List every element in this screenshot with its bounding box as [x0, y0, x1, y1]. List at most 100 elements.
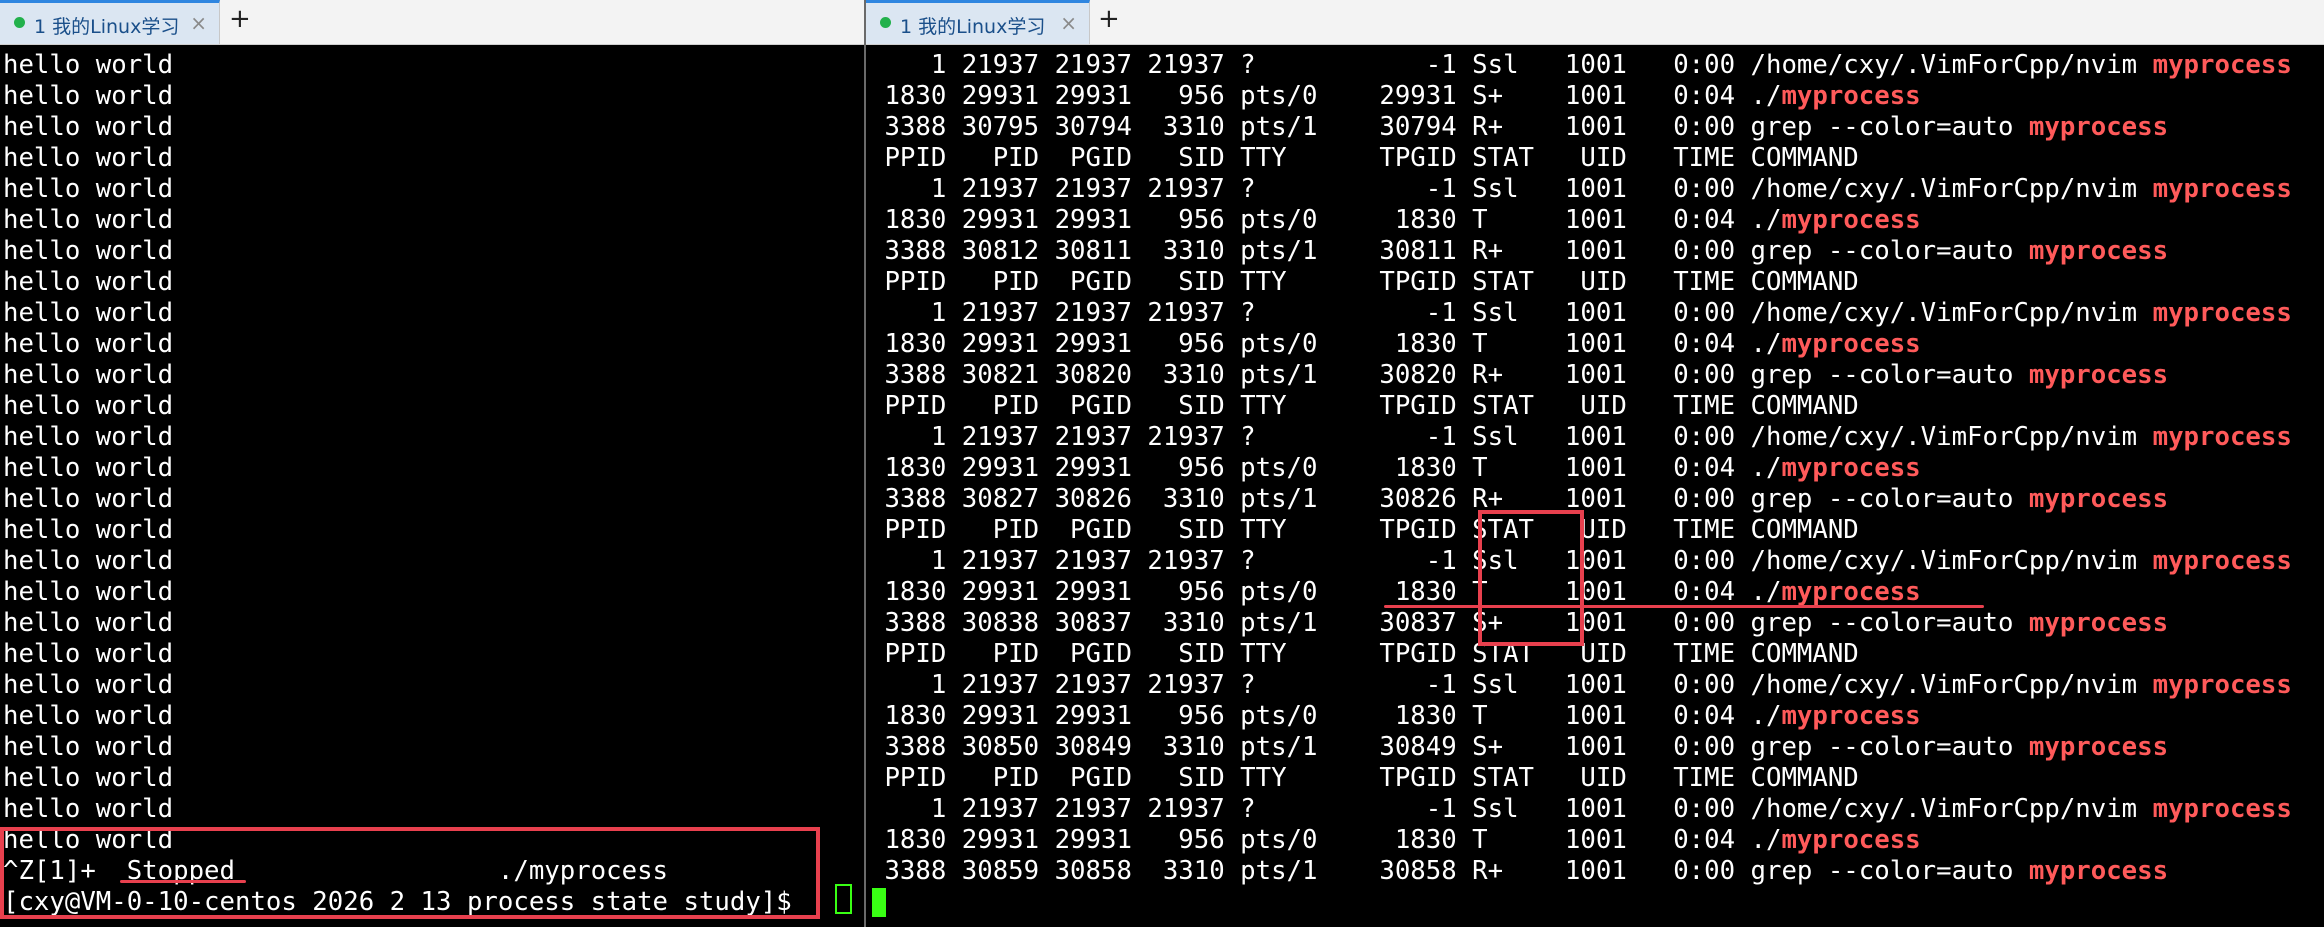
close-icon[interactable]: ×	[1060, 11, 1077, 35]
highlighted-process-name: myprocess	[1781, 825, 1921, 855]
add-tab-button[interactable]: +	[229, 4, 251, 34]
annotation-box-stat-column	[1478, 510, 1584, 646]
highlighted-process-name: myprocess	[2028, 112, 2169, 142]
line-text: 1830 29931 29931 956 pts/0 1830 T 1001 0…	[869, 577, 1782, 607]
terminal-line: hello world	[3, 763, 174, 793]
terminal-line: 3388 30850 30849 3310 pts/1 30849 S+ 100…	[869, 732, 2324, 763]
terminal-line: 1830 29931 29931 956 pts/0 1830 T 1001 0…	[869, 577, 2324, 608]
highlighted-process-name: myprocess	[2028, 608, 2169, 638]
terminal-line: hello world	[3, 453, 174, 483]
left-terminal-pane[interactable]: hello world hello world hello world hello w…	[0, 45, 864, 927]
highlighted-process-name: myprocess	[2028, 732, 2169, 762]
line-text: 3388 30827 30826 3310 pts/1 30826 R+ 100…	[869, 484, 2029, 514]
highlighted-process-name: myprocess	[2028, 236, 2169, 266]
terminal-line: PPID PID PGID SID TTY TPGID STAT UID TIM…	[869, 639, 2324, 670]
terminal-line: 1 21937 21937 21937 ? -1 Ssl 1001 0:00 /…	[869, 670, 2324, 701]
terminal-line: 1 21937 21937 21937 ? -1 Ssl 1001 0:00 /…	[869, 298, 2324, 329]
terminal-line: hello world	[3, 267, 174, 297]
terminal-cursor	[835, 884, 852, 914]
terminal-line: hello world	[3, 174, 174, 204]
terminal-line: PPID PID PGID SID TTY TPGID STAT UID TIM…	[869, 391, 2324, 422]
close-icon[interactable]: ×	[190, 11, 207, 35]
line-text: PPID PID PGID SID TTY TPGID STAT UID TIM…	[869, 515, 1859, 545]
highlighted-process-name: myprocess	[1781, 81, 1921, 111]
terminal-line: hello world	[3, 546, 174, 576]
line-text: PPID PID PGID SID TTY TPGID STAT UID TIM…	[869, 267, 1859, 297]
terminal-line: 1 21937 21937 21937 ? -1 Ssl 1001 0:00 /…	[869, 50, 2324, 81]
terminal-line: hello world	[3, 236, 174, 266]
status-dot-icon	[14, 17, 25, 28]
terminal-line: hello world	[3, 701, 174, 731]
tab-linux-study-right[interactable]: 1 我的Linux学习 ×	[866, 0, 1090, 44]
line-text: 1830 29931 29931 956 pts/0 1830 T 1001 0…	[869, 329, 1782, 359]
annotation-box-stopped	[0, 827, 820, 919]
highlighted-process-name: myprocess	[1781, 577, 1921, 607]
line-text: 3388 30795 30794 3310 pts/1 30794 R+ 100…	[869, 112, 2029, 142]
line-text: 1 21937 21937 21937 ? -1 Ssl 1001 0:00 /…	[869, 50, 2153, 80]
terminal-line: 3388 30812 30811 3310 pts/1 30811 R+ 100…	[869, 236, 2324, 267]
line-text: 1 21937 21937 21937 ? -1 Ssl 1001 0:00 /…	[869, 174, 2153, 204]
terminal-line: 3388 30827 30826 3310 pts/1 30826 R+ 100…	[869, 484, 2324, 515]
line-text: 1830 29931 29931 956 pts/0 1830 T 1001 0…	[869, 701, 1782, 731]
tab-label: 1 我的Linux学习	[900, 16, 1046, 38]
highlighted-process-name: myprocess	[2028, 856, 2169, 886]
line-text: 1830 29931 29931 956 pts/0 1830 T 1001 0…	[869, 825, 1782, 855]
line-text: 3388 30850 30849 3310 pts/1 30849 S+ 100…	[869, 732, 2029, 762]
terminal-line: 1830 29931 29931 956 pts/0 29931 S+ 1001…	[869, 81, 2324, 112]
terminal-line: hello world	[3, 577, 174, 607]
terminal-line: 3388 30838 30837 3310 pts/1 30837 S+ 100…	[869, 608, 2324, 639]
terminal-line: 1 21937 21937 21937 ? -1 Ssl 1001 0:00 /…	[869, 174, 2324, 205]
line-text: PPID PID PGID SID TTY TPGID STAT UID TIM…	[869, 143, 1859, 173]
right-terminal-output: 1 21937 21937 21937 ? -1 Ssl 1001 0:00 /…	[869, 50, 2324, 887]
highlighted-process-name: myprocess	[2152, 670, 2292, 700]
terminal-line: hello world	[3, 670, 174, 700]
left-tab-bar: 1 我的Linux学习 × +	[0, 0, 864, 45]
add-tab-button[interactable]: +	[1098, 4, 1120, 34]
highlighted-process-name: myprocess	[2028, 360, 2169, 390]
terminal-line: hello world	[3, 422, 174, 452]
terminal-line: PPID PID PGID SID TTY TPGID STAT UID TIM…	[869, 763, 2324, 794]
terminal-line: 1830 29931 29931 956 pts/0 1830 T 1001 0…	[869, 453, 2324, 484]
terminal-line: 3388 30795 30794 3310 pts/1 30794 R+ 100…	[869, 112, 2324, 143]
terminal-line: PPID PID PGID SID TTY TPGID STAT UID TIM…	[869, 143, 2324, 174]
terminal-line: PPID PID PGID SID TTY TPGID STAT UID TIM…	[869, 267, 2324, 298]
terminal-line: hello world	[3, 298, 174, 328]
highlighted-process-name: myprocess	[1781, 205, 1921, 235]
line-text: 3388 30859 30858 3310 pts/1 30858 R+ 100…	[869, 856, 2029, 886]
line-text: 1830 29931 29931 956 pts/0 1830 T 1001 0…	[869, 453, 1782, 483]
highlighted-process-name: myprocess	[2152, 174, 2292, 204]
highlighted-process-name: myprocess	[1781, 453, 1921, 483]
terminal-line: 3388 30821 30820 3310 pts/1 30820 R+ 100…	[869, 360, 2324, 391]
terminal-line: hello world	[3, 143, 174, 173]
annotation-underline-stopped	[120, 880, 246, 883]
line-text: 1 21937 21937 21937 ? -1 Ssl 1001 0:00 /…	[869, 422, 2153, 452]
line-text: 3388 30838 30837 3310 pts/1 30837 S+ 100…	[869, 608, 2029, 638]
left-terminal-output: hello world hello world hello world hello w…	[3, 50, 864, 918]
terminal-line: hello world	[3, 391, 174, 421]
annotation-underline-myprocess-row	[1384, 605, 1984, 608]
right-tab-bar: 1 我的Linux学习 × +	[866, 0, 2324, 45]
highlighted-process-name: myprocess	[1781, 329, 1921, 359]
highlighted-process-name: myprocess	[2028, 484, 2169, 514]
terminal-line: hello world	[3, 484, 174, 514]
terminal-line: 1830 29931 29931 956 pts/0 1830 T 1001 0…	[869, 701, 2324, 732]
line-text: 1830 29931 29931 956 pts/0 29931 S+ 1001…	[869, 81, 1782, 111]
terminal-line: hello world	[3, 329, 174, 359]
terminal-line: hello world	[3, 81, 174, 111]
terminal-line: hello world	[3, 639, 174, 669]
right-terminal-pane[interactable]: 1 21937 21937 21937 ? -1 Ssl 1001 0:00 /…	[866, 45, 2324, 927]
tab-linux-study-left[interactable]: 1 我的Linux学习 ×	[0, 0, 220, 44]
terminal-line: 1830 29931 29931 956 pts/0 1830 T 1001 0…	[869, 825, 2324, 856]
terminal-line: hello world	[3, 360, 174, 390]
highlighted-process-name: myprocess	[1781, 701, 1921, 731]
terminal-line: 1830 29931 29931 956 pts/0 1830 T 1001 0…	[869, 329, 2324, 360]
line-text: PPID PID PGID SID TTY TPGID STAT UID TIM…	[869, 639, 1859, 669]
line-text: 1830 29931 29931 956 pts/0 1830 T 1001 0…	[869, 205, 1782, 235]
terminal-line: hello world	[3, 608, 174, 638]
highlighted-process-name: myprocess	[2152, 298, 2292, 328]
line-text: PPID PID PGID SID TTY TPGID STAT UID TIM…	[869, 391, 1859, 421]
line-text: 3388 30812 30811 3310 pts/1 30811 R+ 100…	[869, 236, 2029, 266]
terminal-cursor	[872, 888, 886, 917]
terminal-line: 1 21937 21937 21937 ? -1 Ssl 1001 0:00 /…	[869, 546, 2324, 577]
terminal-line: hello world	[3, 112, 174, 142]
